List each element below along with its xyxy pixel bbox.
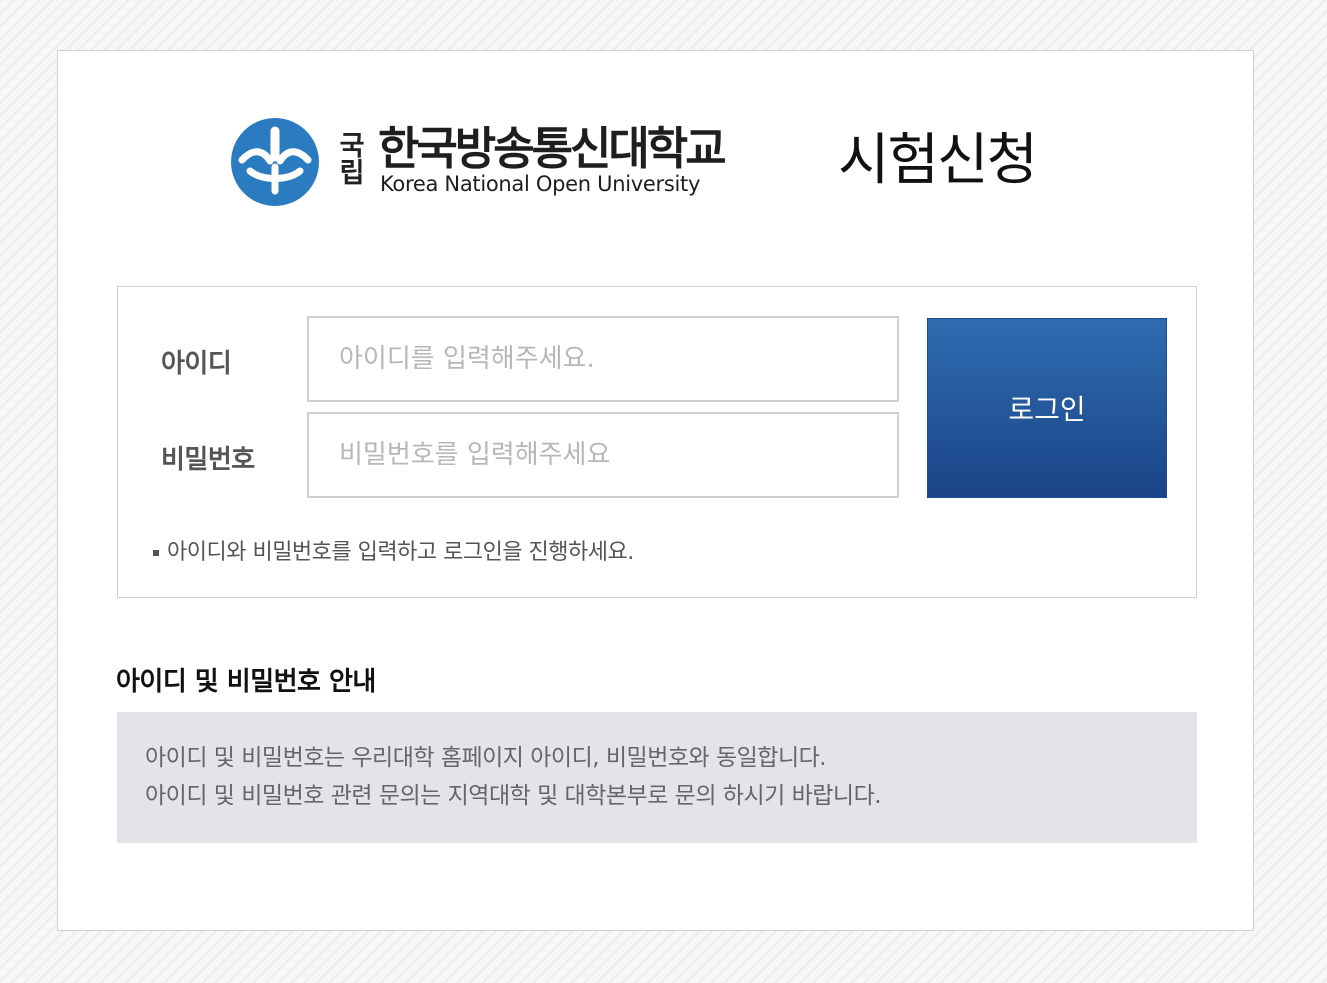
national-prefix: 국 립 (339, 131, 365, 189)
guide-line: 아이디 및 비밀번호 관련 문의는 지역대학 및 대학본부로 문의 하시기 바랍… (145, 783, 882, 809)
login-form: 아이디 비밀번호 로그인 아이디와 비밀번호를 입력하고 로그인을 진행하세요. (117, 286, 1197, 598)
site-header: 국 립 한국방송통신대학교 Korea National Open Univer… (230, 115, 1130, 209)
password-label: 비밀번호 (161, 445, 255, 475)
page-title: 시험신청 (838, 128, 1038, 193)
id-label: 아이디 (161, 349, 232, 379)
guide-title: 아이디 및 비밀번호 안내 (116, 667, 376, 697)
login-card: 국 립 한국방송통신대학교 Korea National Open Univer… (57, 50, 1254, 931)
login-button[interactable]: 로그인 (927, 318, 1167, 498)
guide-line: 아이디 및 비밀번호는 우리대학 홈페이지 아이디, 비밀번호와 동일합니다. (145, 745, 827, 771)
bullet-icon (153, 550, 159, 556)
id-input[interactable] (307, 316, 899, 402)
university-name-en: Korea National Open University (380, 172, 701, 196)
university-name-ko: 한국방송통신대학교 (378, 122, 727, 175)
guide-box: 아이디 및 비밀번호는 우리대학 홈페이지 아이디, 비밀번호와 동일합니다. … (117, 712, 1197, 843)
password-input[interactable] (307, 412, 899, 498)
login-hint: 아이디와 비밀번호를 입력하고 로그인을 진행하세요. (153, 534, 634, 566)
knou-emblem-icon (231, 118, 319, 206)
